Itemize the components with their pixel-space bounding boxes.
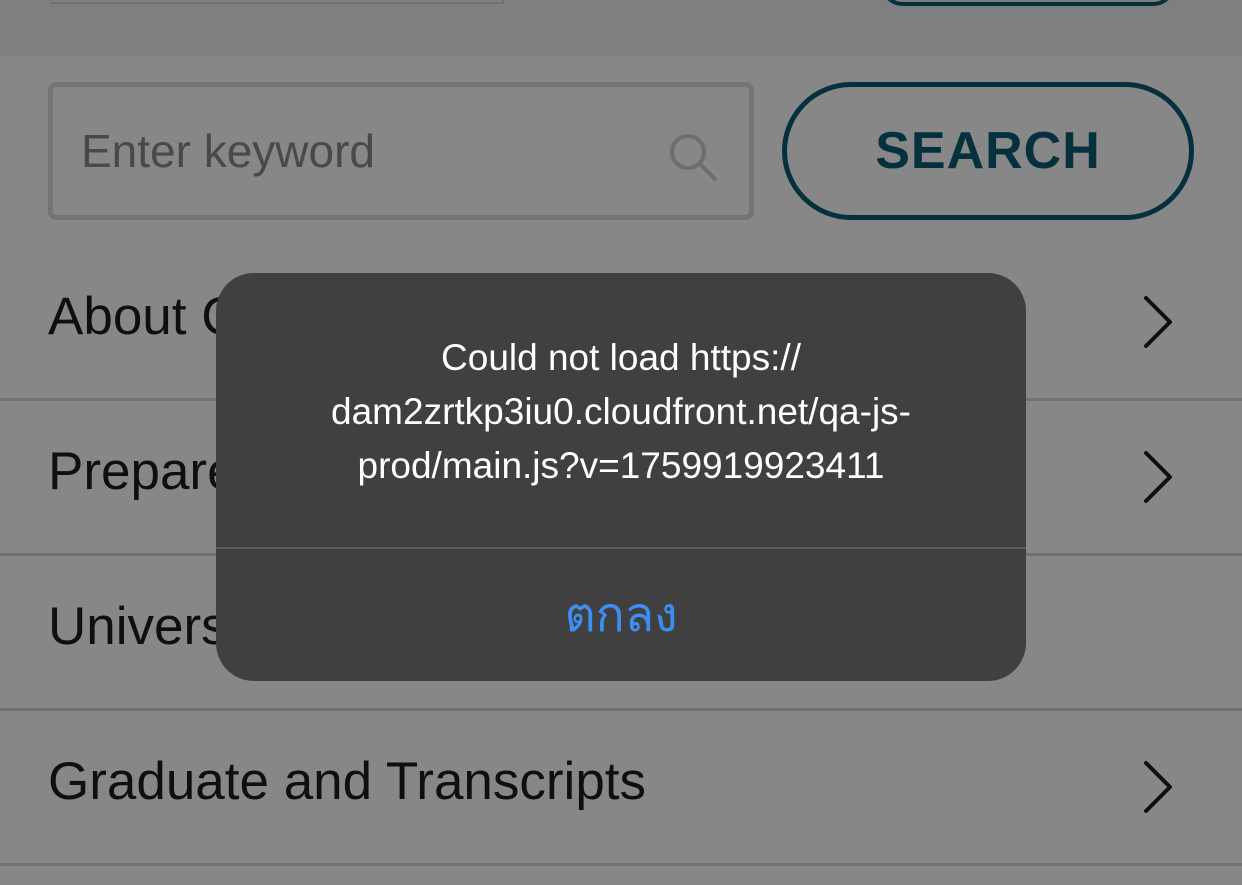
alert-message-line: Could not load https:// xyxy=(441,337,801,378)
error-alert-dialog: Could not load https:// dam2zrtkp3iu0.cl… xyxy=(216,273,1026,681)
alert-message: Could not load https:// dam2zrtkp3iu0.cl… xyxy=(256,331,986,493)
alert-message-line: dam2zrtkp3iu0.cloudfront.net/qa-js- xyxy=(331,391,911,432)
alert-message-line: prod/main.js?v=1759919923411 xyxy=(357,445,885,486)
ok-button[interactable]: ตกลง xyxy=(216,549,1026,681)
